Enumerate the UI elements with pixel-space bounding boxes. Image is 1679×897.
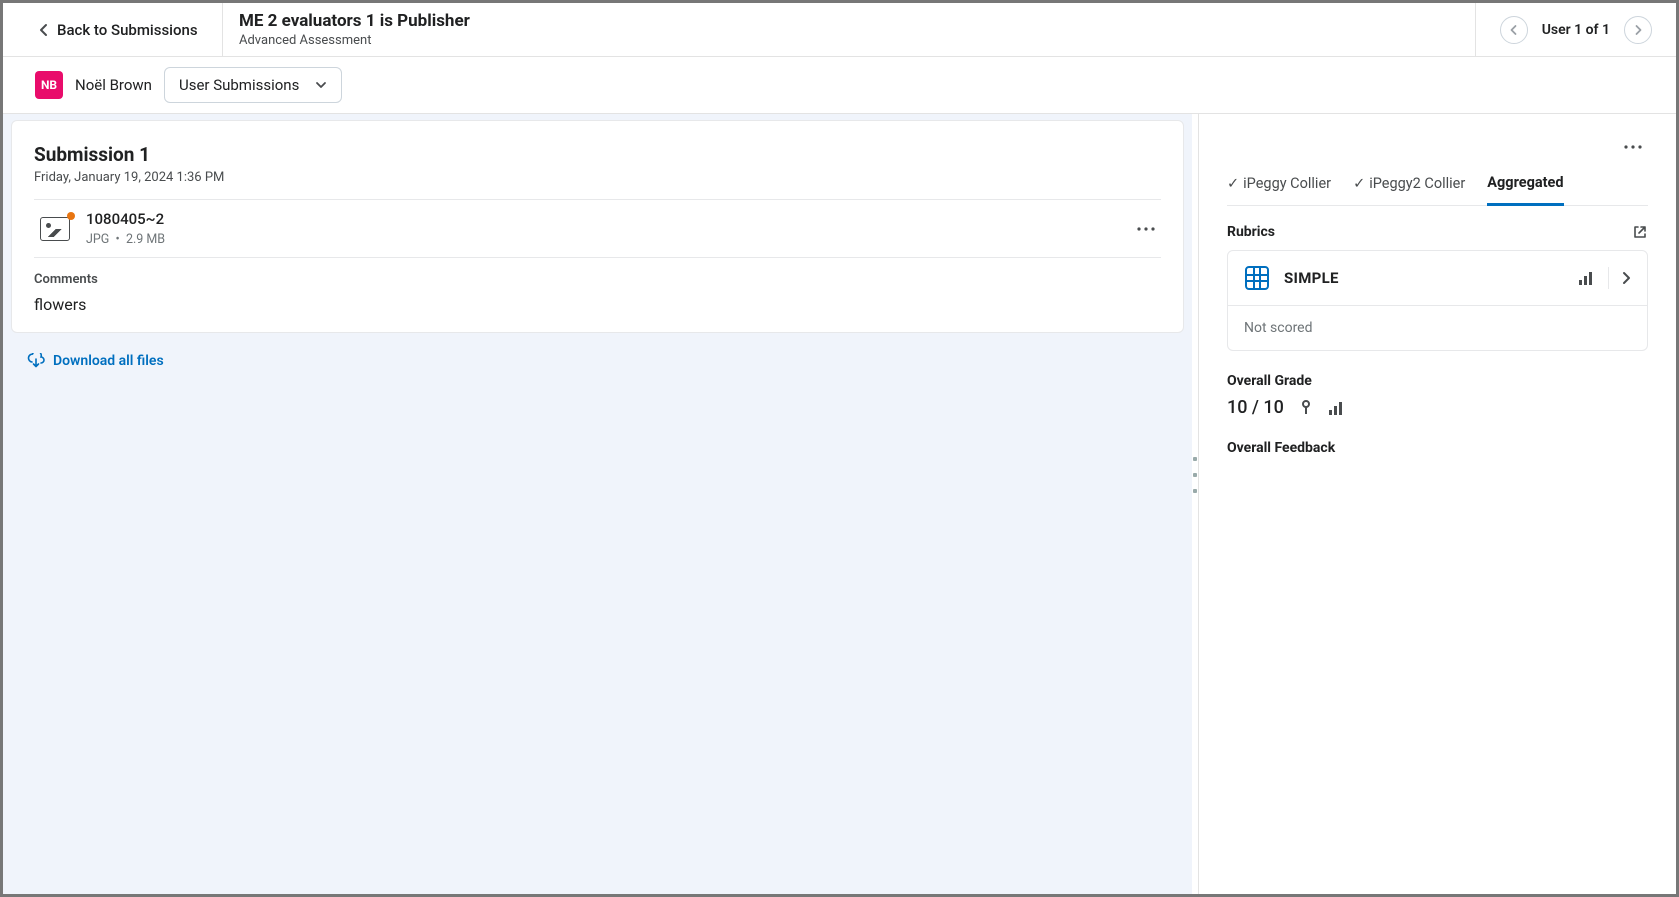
attachment-info: 1080405~2 JPG • 2.9 MB <box>86 210 1131 247</box>
comments-text: flowers <box>34 295 1161 314</box>
download-all-button[interactable]: Download all files <box>11 341 1184 381</box>
avatar: NB <box>35 71 63 99</box>
chevron-down-icon <box>315 81 327 89</box>
rubric-card: SIMPLE Not scored <box>1227 250 1648 351</box>
header-title-area: ME 2 evaluators 1 is Publisher Advanced … <box>223 3 1475 56</box>
download-cloud-icon <box>27 353 45 369</box>
grade-stats-icon[interactable] <box>1328 400 1346 416</box>
evaluator-tabs: ✓ iPeggy Collier ✓ iPeggy2 Collier Aggre… <box>1227 166 1648 206</box>
rubric-head: SIMPLE <box>1228 251 1647 305</box>
user-name: Noël Brown <box>75 76 152 94</box>
rubric-grid-icon <box>1244 265 1270 291</box>
expand-rubric-button[interactable] <box>1621 271 1631 285</box>
overall-grade-row: 10 / 10 <box>1227 397 1648 418</box>
rubrics-label: Rubrics <box>1227 224 1275 240</box>
grade-lock-icon[interactable] <box>1300 400 1312 416</box>
attachment-row: 1080405~2 JPG • 2.9 MB <box>34 199 1161 258</box>
overall-grade-label: Overall Grade <box>1227 373 1648 389</box>
rubrics-popout-button[interactable] <box>1632 224 1648 240</box>
tab-label: iPeggy2 Collier <box>1369 175 1465 192</box>
tab-label: Aggregated <box>1487 174 1563 191</box>
back-label: Back to Submissions <box>57 21 198 39</box>
attachment-name[interactable]: 1080405~2 <box>86 210 1131 228</box>
rubric-actions <box>1578 267 1631 289</box>
rubric-status: Not scored <box>1228 305 1647 350</box>
tab-label: iPeggy Collier <box>1243 175 1331 192</box>
submission-title: Submission 1 <box>34 143 1161 166</box>
submission-card: Submission 1 Friday, January 19, 2024 1:… <box>11 120 1184 333</box>
evaluation-pane: ✓ iPeggy Collier ✓ iPeggy2 Collier Aggre… <box>1198 114 1676 894</box>
unread-dot-icon <box>67 212 75 220</box>
chevron-left-icon <box>39 23 49 37</box>
page-subtitle: Advanced Assessment <box>239 33 1459 48</box>
attachment-size: 2.9 MB <box>126 232 165 247</box>
back-to-submissions-button[interactable]: Back to Submissions <box>3 3 223 56</box>
rubric-name[interactable]: SIMPLE <box>1284 269 1578 287</box>
meta-separator: • <box>116 232 120 247</box>
next-user-button[interactable] <box>1624 16 1652 44</box>
rubrics-header-row: Rubrics <box>1227 224 1648 240</box>
app-root: Back to Submissions ME 2 evaluators 1 is… <box>3 3 1676 894</box>
tab-evaluator-1[interactable]: ✓ iPeggy Collier <box>1227 166 1331 205</box>
overall-feedback-label: Overall Feedback <box>1227 440 1648 456</box>
check-icon: ✓ <box>1353 175 1365 192</box>
body-split: Submission 1 Friday, January 19, 2024 1:… <box>3 114 1676 894</box>
pager-text: User 1 of 1 <box>1542 22 1610 38</box>
comments-label: Comments <box>34 272 1161 287</box>
submission-timestamp: Friday, January 19, 2024 1:36 PM <box>34 170 1161 185</box>
top-header: Back to Submissions ME 2 evaluators 1 is… <box>3 3 1676 57</box>
user-pager: User 1 of 1 <box>1475 3 1676 56</box>
overall-grade-value: 10 / 10 <box>1227 397 1284 418</box>
attachment-meta: JPG • 2.9 MB <box>86 232 1131 247</box>
attachment-type: JPG <box>86 232 109 247</box>
tab-evaluator-2[interactable]: ✓ iPeggy2 Collier <box>1353 166 1465 205</box>
page-title: ME 2 evaluators 1 is Publisher <box>239 11 1459 31</box>
pane-resize-handle[interactable] <box>1192 114 1198 894</box>
tab-aggregated[interactable]: Aggregated <box>1487 166 1563 206</box>
evaluation-more-button[interactable] <box>1618 132 1648 162</box>
attachment-more-button[interactable] <box>1131 214 1161 244</box>
check-icon: ✓ <box>1227 175 1239 192</box>
user-submissions-dropdown[interactable]: User Submissions <box>164 67 342 103</box>
image-file-icon <box>40 217 70 241</box>
user-row: NB Noël Brown User Submissions <box>3 57 1676 114</box>
dropdown-label: User Submissions <box>179 76 299 94</box>
prev-user-button[interactable] <box>1500 16 1528 44</box>
bar-chart-icon[interactable] <box>1578 270 1596 286</box>
left-pane: Submission 1 Friday, January 19, 2024 1:… <box>3 114 1192 894</box>
download-all-label: Download all files <box>53 353 164 369</box>
divider <box>1608 267 1609 289</box>
